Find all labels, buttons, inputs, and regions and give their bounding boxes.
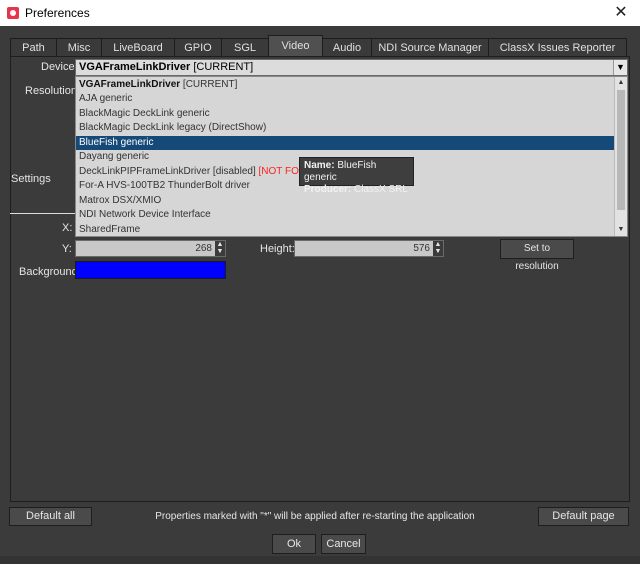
scroll-up-icon[interactable]: ▲ <box>615 77 627 89</box>
height-spinbox[interactable]: 576 ▲ ▼ <box>294 240 444 257</box>
spin-arrows-icon[interactable]: ▲ ▼ <box>433 241 443 256</box>
list-item[interactable]: BlackMagic DeckLink legacy (DirectShow) <box>76 121 614 135</box>
app-logo-icon <box>7 7 19 19</box>
tab-video[interactable]: Video <box>268 35 323 56</box>
y-value: 268 <box>195 243 212 254</box>
default-all-button[interactable]: Default all <box>9 507 92 526</box>
tab-liveboard[interactable]: LiveBoard <box>101 38 175 57</box>
tab-bar: Path Misc LiveBoard GPIO SGL Video Audio… <box>10 35 630 57</box>
tooltip-producer-label: Producer: <box>304 184 352 195</box>
tab-audio[interactable]: Audio <box>322 38 372 57</box>
device-select[interactable]: VGAFrameLinkDriver [CURRENT] ▼ <box>75 59 628 76</box>
device-label: Device: <box>41 61 78 73</box>
tab-misc[interactable]: Misc <box>56 38 102 57</box>
spin-arrows-icon[interactable]: ▲ ▼ <box>215 241 225 256</box>
resolution-label: Resolution: <box>25 85 81 97</box>
list-item[interactable]: Matrox DSX/XMIO <box>76 194 614 208</box>
settings-divider <box>10 213 75 214</box>
list-item[interactable]: VGAFrameLinkDriver [CURRENT] <box>76 78 614 92</box>
restart-note: Properties marked with "*" will be appli… <box>155 511 475 522</box>
scroll-down-icon[interactable]: ▼ <box>615 224 627 236</box>
y-spinbox[interactable]: 268 ▲ ▼ <box>75 240 226 257</box>
tab-ndi-source-manager[interactable]: NDI Source Manager <box>371 38 489 57</box>
tab-path[interactable]: Path <box>10 38 57 57</box>
window-title: Preferences <box>25 6 90 20</box>
list-item[interactable]: BlackMagic DeckLink generic <box>76 107 614 121</box>
close-icon[interactable]: ✕ <box>612 4 630 22</box>
device-selected-value: VGAFrameLinkDriver <box>79 61 191 73</box>
device-current-suffix: [CURRENT] <box>190 61 254 73</box>
default-page-button[interactable]: Default page <box>538 507 629 526</box>
list-item-selected[interactable]: BlueFish generic <box>76 136 614 150</box>
list-item[interactable]: NDI Network Device Interface <box>76 208 614 222</box>
cancel-button[interactable]: Cancel <box>321 534 366 554</box>
background-label: Background: <box>19 266 81 278</box>
tab-sgl[interactable]: SGL <box>221 38 269 57</box>
tooltip-producer-value: ClassX SRL <box>354 184 408 195</box>
list-item[interactable]: SharedFrame <box>76 223 614 237</box>
scroll-thumb[interactable] <box>617 90 625 210</box>
set-to-resolution-button[interactable]: Set to resolution <box>500 239 574 272</box>
ok-button[interactable]: Ok <box>272 534 316 554</box>
title-bar: Preferences ✕ <box>0 0 640 26</box>
x-label: X: <box>62 222 73 234</box>
height-value: 576 <box>413 243 430 254</box>
list-item[interactable]: AJA generic <box>76 92 614 106</box>
dropdown-scrollbar[interactable]: ▲ ▼ <box>614 77 627 236</box>
chevron-down-icon[interactable]: ▼ <box>613 60 627 75</box>
background-color-swatch[interactable] <box>75 261 226 279</box>
settings-section-label: Settings <box>11 173 51 185</box>
bottom-edge <box>0 556 640 564</box>
height-label: Height: <box>260 243 295 255</box>
tab-gpio[interactable]: GPIO <box>174 38 222 57</box>
tooltip-name-label: Name: <box>304 160 335 171</box>
y-label: Y: <box>62 243 72 255</box>
driver-tooltip: Name: BlueFish generic Producer: ClassX … <box>299 157 414 195</box>
tab-classx-issues-reporter[interactable]: ClassX Issues Reporter <box>488 38 627 57</box>
